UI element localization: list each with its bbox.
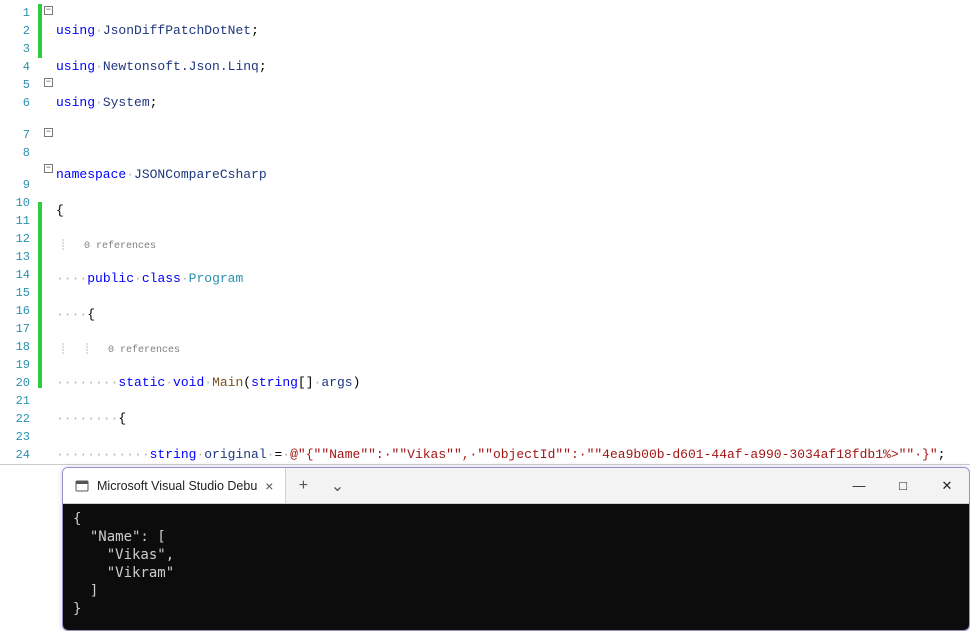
maximize-button[interactable]: □: [881, 468, 925, 503]
console-icon: [75, 479, 89, 493]
parameter: args: [321, 374, 352, 392]
keyword: namespace: [56, 166, 126, 184]
string-literal: "{""Name"":·""Vikas"",·""objectId"":·""4…: [298, 446, 938, 464]
terminal-output[interactable]: { "Name": [ "Vikas", "Vikram" ] }: [63, 504, 969, 630]
keyword: void: [173, 374, 204, 392]
line-number: 14: [0, 266, 38, 284]
line-number: 3: [0, 40, 38, 58]
line-number: 22: [0, 410, 38, 428]
fold-toggle[interactable]: −: [44, 128, 53, 137]
keyword: string: [251, 374, 298, 392]
keyword: string: [150, 446, 197, 464]
codelens-references[interactable]: 0 references: [84, 241, 156, 252]
code-area[interactable]: using·JsonDiffPatchDotNet; using·Newtons…: [56, 0, 970, 464]
namespace-ref: Newtonsoft.Json.Linq: [103, 58, 259, 76]
line-number: 12: [0, 230, 38, 248]
keyword: public: [87, 270, 134, 288]
code-editor: 1 2 3 4 5 6 7 8 9 10 11 12 13 14 15 16 1…: [0, 0, 970, 465]
method-name: Main: [212, 374, 243, 392]
line-number-gutter: 1 2 3 4 5 6 7 8 9 10 11 12 13 14 15 16 1…: [0, 0, 38, 464]
line-number: 13: [0, 248, 38, 266]
tab-overflow-button[interactable]: ⌄: [320, 468, 354, 503]
line-number: 17: [0, 320, 38, 338]
codelens-references[interactable]: 0 references: [108, 345, 180, 356]
line-number: 16: [0, 302, 38, 320]
line-number: 4: [0, 58, 38, 76]
close-button[interactable]: ✕: [925, 468, 969, 503]
line-number: 6: [0, 94, 38, 112]
line-number: 7: [0, 126, 38, 144]
line-number: 8: [0, 144, 38, 162]
minimize-button[interactable]: —: [837, 468, 881, 503]
keyword: using: [56, 58, 95, 76]
line-number: 9: [0, 176, 38, 194]
line-number: 23: [0, 428, 38, 446]
line-number: 5: [0, 76, 38, 94]
console-tab-bar: Microsoft Visual Studio Debu × + ⌄ — □ ✕: [63, 468, 969, 504]
fold-toggle[interactable]: −: [44, 6, 53, 15]
line-number: 19: [0, 356, 38, 374]
keyword: class: [142, 270, 181, 288]
line-number: 18: [0, 338, 38, 356]
namespace-ref: JsonDiffPatchDotNet: [103, 22, 251, 40]
fold-toggle[interactable]: −: [44, 164, 53, 173]
change-bar: [38, 4, 42, 58]
line-number: 11: [0, 212, 38, 230]
namespace-ref: System: [103, 94, 150, 112]
namespace-name: JSONCompareCsharp: [134, 166, 267, 184]
keyword: using: [56, 22, 95, 40]
keyword: using: [56, 94, 95, 112]
tab-close-icon[interactable]: ×: [265, 478, 273, 494]
line-number: 24: [0, 446, 38, 464]
change-bar: [38, 202, 42, 388]
line-number: 21: [0, 392, 38, 410]
line-number: 1: [0, 4, 38, 22]
line-number: 20: [0, 374, 38, 392]
fold-toggle[interactable]: −: [44, 78, 53, 87]
new-tab-button[interactable]: +: [286, 468, 320, 503]
line-number: 15: [0, 284, 38, 302]
line-number: 10: [0, 194, 38, 212]
keyword: static: [118, 374, 165, 392]
console-tab[interactable]: Microsoft Visual Studio Debu ×: [63, 468, 286, 503]
line-number: 25: [0, 464, 38, 465]
window-controls: — □ ✕: [837, 468, 969, 503]
fold-column: − − − −: [44, 0, 56, 464]
debug-console-window: Microsoft Visual Studio Debu × + ⌄ — □ ✕…: [62, 467, 970, 631]
variable: original: [204, 446, 266, 464]
console-tab-title: Microsoft Visual Studio Debu: [97, 479, 257, 493]
string-prefix: @: [290, 446, 298, 464]
line-number: 2: [0, 22, 38, 40]
class-name: Program: [189, 270, 244, 288]
